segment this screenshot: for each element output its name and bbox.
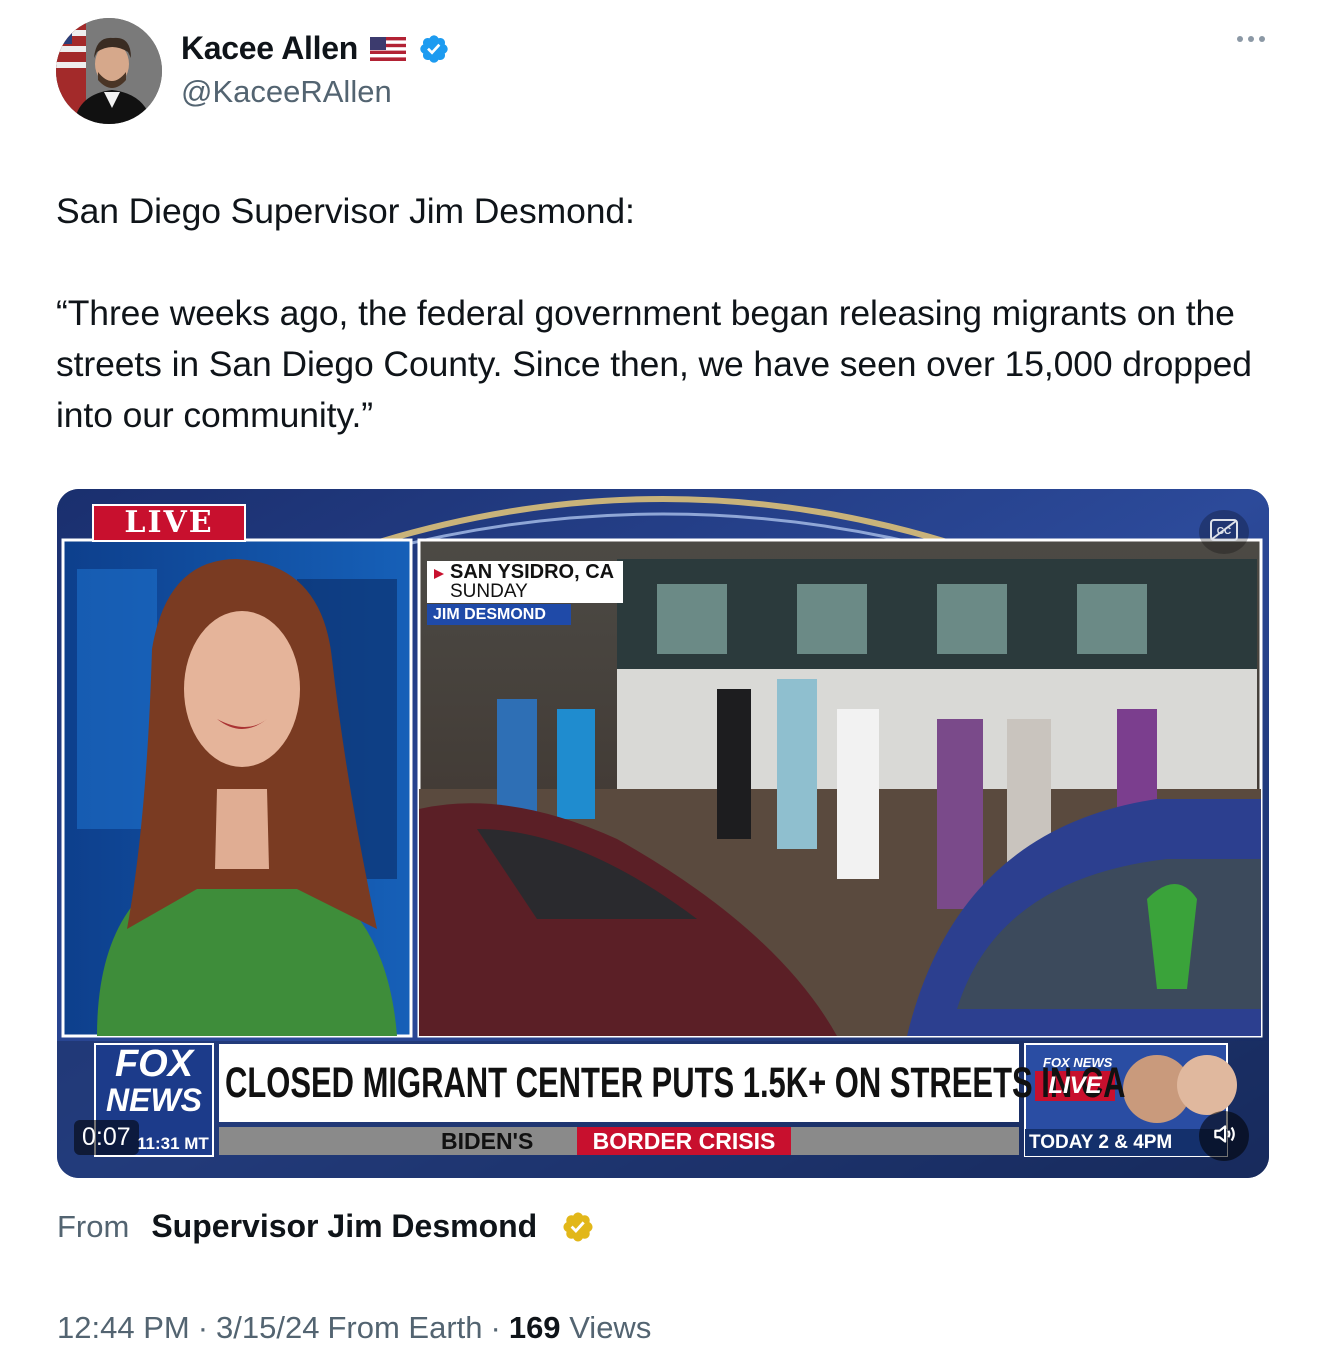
mute-button[interactable] <box>1199 1111 1249 1161</box>
author-name-row: Kacee Allen <box>181 30 450 67</box>
captions-button[interactable]: CC <box>1199 510 1249 554</box>
live-label: LIVE <box>124 505 214 540</box>
promo-time: TODAY 2 & 4PM <box>1029 1132 1173 1153</box>
tweet-meta: 12:44 PM · 3/15/24 From Earth · 169 View… <box>57 1310 651 1346</box>
source-attribution: From Supervisor Jim Desmond <box>57 1208 595 1245</box>
verified-badge-icon[interactable] <box>418 33 450 65</box>
meta-separator: · <box>197 1310 209 1345</box>
sub-ticker-prefix: BIDEN'S <box>441 1128 534 1154</box>
promo-live: LIVE <box>1048 1072 1102 1099</box>
source-name-link[interactable]: Supervisor Jim Desmond <box>151 1208 537 1245</box>
avatar[interactable] <box>56 18 162 124</box>
from-label: From <box>57 1208 130 1244</box>
meta-separator: · <box>490 1310 501 1345</box>
more-dot <box>1248 36 1254 42</box>
author-handle[interactable]: @KaceeRAllen <box>181 74 392 110</box>
more-options-button[interactable] <box>1237 36 1265 42</box>
location-line1: SAN YSIDRO, CA <box>450 561 615 583</box>
tweet-client: From Earth <box>327 1310 483 1345</box>
tweet-date[interactable]: 3/15/24 <box>216 1310 319 1346</box>
us-flag-icon <box>369 36 406 61</box>
views[interactable]: 169 Views <box>509 1310 652 1346</box>
views-count: 169 <box>508 1310 561 1345</box>
video-player[interactable]: LIVE SAN YSIDRO, CA SUNDAY JIM DESMOND F… <box>57 489 1269 1178</box>
tweet-time[interactable]: 12:44 PM <box>57 1310 190 1346</box>
tweet-text: San Diego Supervisor Jim Desmond: “Three… <box>56 191 1252 435</box>
promo-brand: FOX NEWS <box>1043 1055 1113 1070</box>
location-line2: SUNDAY <box>450 581 528 602</box>
captions-icon: CC <box>1210 518 1238 546</box>
sub-ticker-highlight: BORDER CRISIS <box>592 1128 776 1154</box>
more-dot <box>1259 36 1265 42</box>
avatar-image <box>56 18 162 124</box>
more-dot <box>1237 36 1243 42</box>
svg-text:CC: CC <box>1217 526 1231 537</box>
time-zone: 11:31 MT <box>137 1134 209 1153</box>
network-line2: NEWS <box>106 1082 202 1118</box>
location-name: JIM DESMOND <box>433 606 546 623</box>
headline: CLOSED MIGRANT CENTER PUTS 1.5K+ ON STRE… <box>225 1059 1126 1107</box>
video-elapsed-time: 0:07 <box>74 1120 139 1155</box>
gold-verified-badge-icon[interactable] <box>561 1210 595 1244</box>
network-line1: FOX <box>114 1043 194 1085</box>
author-display-name[interactable]: Kacee Allen <box>181 30 358 67</box>
views-label: Views <box>569 1310 652 1345</box>
speaker-icon <box>1211 1121 1237 1152</box>
